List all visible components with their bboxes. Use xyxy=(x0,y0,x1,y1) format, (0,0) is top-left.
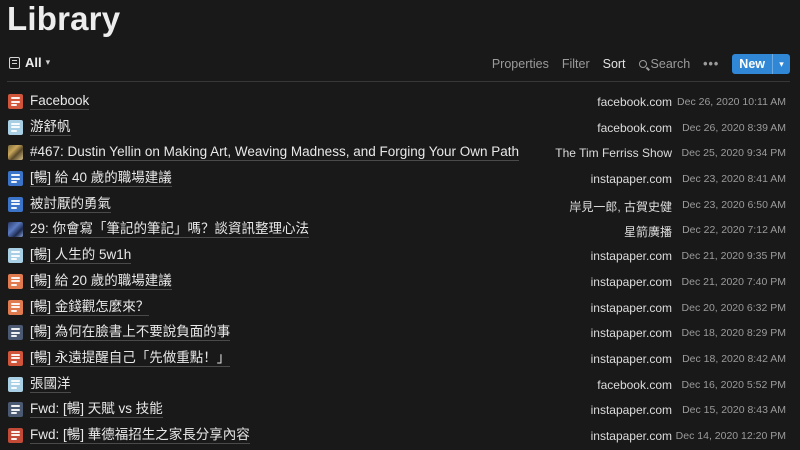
item-source: facebook.com xyxy=(597,120,672,135)
list-item[interactable]: Fwd: [暢] 天賦 vs 技能 instapaper.com Dec 15, 2… xyxy=(0,397,800,423)
item-date: Dec 15, 2020 8:43 AM xyxy=(682,404,786,417)
doc-blue-icon xyxy=(8,196,23,212)
doc-orange-icon xyxy=(8,299,23,315)
item-date: Dec 18, 2020 8:29 PM xyxy=(681,327,786,340)
item-source: instapaper.com xyxy=(590,403,672,418)
item-source: The Tim Ferriss Show xyxy=(555,146,672,161)
library-list: Facebook facebook.com Dec 26, 2020 10:11 A… xyxy=(0,89,800,449)
divider xyxy=(7,81,790,82)
item-date: Dec 20, 2020 6:32 PM xyxy=(681,301,786,314)
item-title[interactable]: [暢] 金錢觀怎麼來？ xyxy=(30,299,150,316)
list-item[interactable]: [暢] 永遠提醒自己「先做重點！」 instapaper.com Dec 18, 2… xyxy=(0,346,800,372)
item-source: instapaper.com xyxy=(590,351,672,366)
doc-slate-icon xyxy=(8,325,23,341)
item-source: instapaper.com xyxy=(590,300,672,315)
toolbar: All ▾ Properties Filter Sort Search ••• … xyxy=(0,52,800,78)
doc-lightblue-icon xyxy=(8,119,23,135)
item-date: Dec 21, 2020 9:35 PM xyxy=(681,250,786,263)
list-item[interactable]: 29: 你會寫「筆記的筆記」嗎？談資訊整理心法 星箭廣播 Dec 22, 2020 … xyxy=(0,217,800,243)
item-title[interactable]: Facebook xyxy=(30,93,90,110)
properties-button[interactable]: Properties xyxy=(492,57,549,71)
list-item[interactable]: 張國洋 facebook.com Dec 16, 2020 5:52 PM xyxy=(0,372,800,398)
item-source: 星箭廣播 xyxy=(623,225,672,240)
list-item[interactable]: Facebook facebook.com Dec 26, 2020 10:11 A… xyxy=(0,89,800,115)
item-source: instapaper.com xyxy=(590,274,672,289)
doc-blue-icon xyxy=(8,171,23,187)
doc-lightblue-icon xyxy=(8,248,23,264)
item-title[interactable]: 游舒帆 xyxy=(30,119,71,136)
doc-lightblue-icon xyxy=(8,376,23,392)
view-label: All xyxy=(25,55,42,70)
doc-orange-icon xyxy=(8,273,23,289)
item-source: instapaper.com xyxy=(590,428,672,443)
doc-darkred-icon xyxy=(8,427,23,443)
list-item[interactable]: Fwd: [暢] 華德福招生之家長分享內容 instapaper.com Dec 1… xyxy=(0,423,800,449)
item-date: Dec 23, 2020 6:50 AM xyxy=(682,198,786,211)
list-item[interactable]: [暢] 給 20 歲的職場建議 instapaper.com Dec 21, 202… xyxy=(0,269,800,295)
view-selector[interactable]: All ▾ xyxy=(9,55,50,70)
item-title[interactable]: [暢] 人生的 5w1h xyxy=(30,247,132,265)
item-date: Dec 25, 2020 9:34 PM xyxy=(681,147,786,160)
list-item[interactable]: 被討厭的勇氣 岸見一郎, 古賀史健 Dec 23, 2020 6:50 AM xyxy=(0,192,800,218)
thumbnail-icon xyxy=(8,145,23,161)
item-title[interactable]: [暢] 永遠提醒自己「先做重點！」 xyxy=(30,350,231,367)
new-dropdown-chevron-icon[interactable]: ▾ xyxy=(772,54,790,74)
list-item[interactable]: [暢] 為何在臉書上不要說負面的事 instapaper.com Dec 18, 2… xyxy=(0,320,800,346)
item-date: Dec 16, 2020 5:52 PM xyxy=(681,378,786,391)
doc-red-icon xyxy=(8,350,23,366)
item-date: Dec 23, 2020 8:41 AM xyxy=(682,173,786,186)
search-icon xyxy=(638,60,647,68)
filter-button[interactable]: Filter xyxy=(562,57,590,71)
list-item[interactable]: [暢] 給 40 歲的職場建議 instapaper.com Dec 23, 202… xyxy=(0,166,800,192)
doc-slate-icon xyxy=(8,402,23,418)
new-button-group: New ▾ xyxy=(732,54,790,74)
item-source: instapaper.com xyxy=(590,326,672,341)
item-date: Dec 26, 2020 10:11 AM xyxy=(677,96,786,108)
library-page: Library All ▾ Properties Filter Sort Sea… xyxy=(0,0,800,450)
item-date: Dec 21, 2020 7:40 PM xyxy=(681,275,786,288)
item-source: facebook.com xyxy=(597,377,672,392)
more-options-button[interactable]: ••• xyxy=(703,57,719,71)
item-date: Dec 18, 2020 8:42 AM xyxy=(682,352,786,365)
item-title[interactable]: [暢] 為何在臉書上不要說負面的事 xyxy=(30,324,231,342)
item-source: instapaper.com xyxy=(590,249,672,264)
list-item[interactable]: [暢] 金錢觀怎麼來？ instapaper.com Dec 20, 2020 6:… xyxy=(0,295,800,321)
page-title: Library xyxy=(7,0,121,37)
item-date: Dec 14, 2020 12:20 PM xyxy=(675,429,786,442)
item-title[interactable]: Fwd: [暢] 華德福招生之家長分享內容 xyxy=(30,427,250,444)
new-button[interactable]: New xyxy=(732,54,772,74)
chevron-down-icon: ▾ xyxy=(45,57,51,67)
item-title[interactable]: 29: 你會寫「筆記的筆記」嗎？談資訊整理心法 xyxy=(30,221,310,239)
item-title[interactable]: [暢] 給 40 歲的職場建議 xyxy=(30,170,172,188)
table-view-icon xyxy=(9,56,20,69)
thumbnail-icon xyxy=(8,222,23,238)
item-source: facebook.com xyxy=(597,95,672,109)
toolbar-actions: Properties Filter Sort Search ••• New ▾ xyxy=(479,54,790,74)
item-title[interactable]: Fwd: [暢] 天賦 vs 技能 xyxy=(30,401,163,419)
item-date: Dec 22, 2020 7:12 AM xyxy=(682,224,786,237)
doc-red-icon xyxy=(8,94,23,109)
item-source: 岸見一郎, 古賀史健 xyxy=(569,199,672,214)
item-title[interactable]: [暢] 給 20 歲的職場建議 xyxy=(30,273,172,290)
item-title[interactable]: 張國洋 xyxy=(30,376,71,393)
item-title[interactable]: 被討厭的勇氣 xyxy=(30,196,111,213)
list-item[interactable]: [暢] 人生的 5w1h instapaper.com Dec 21, 2020 9… xyxy=(0,243,800,269)
item-source: instapaper.com xyxy=(590,172,672,187)
list-item[interactable]: #467: Dustin Yellin on Making Art, Weavi… xyxy=(0,140,800,166)
item-title[interactable]: #467: Dustin Yellin on Making Art, Weavi… xyxy=(30,144,520,162)
item-date: Dec 26, 2020 8:39 AM xyxy=(682,121,786,134)
list-item[interactable]: 游舒帆 facebook.com Dec 26, 2020 8:39 AM xyxy=(0,115,800,141)
search-button[interactable]: Search xyxy=(638,57,691,71)
search-label: Search xyxy=(650,57,691,71)
sort-button[interactable]: Sort xyxy=(603,57,626,71)
